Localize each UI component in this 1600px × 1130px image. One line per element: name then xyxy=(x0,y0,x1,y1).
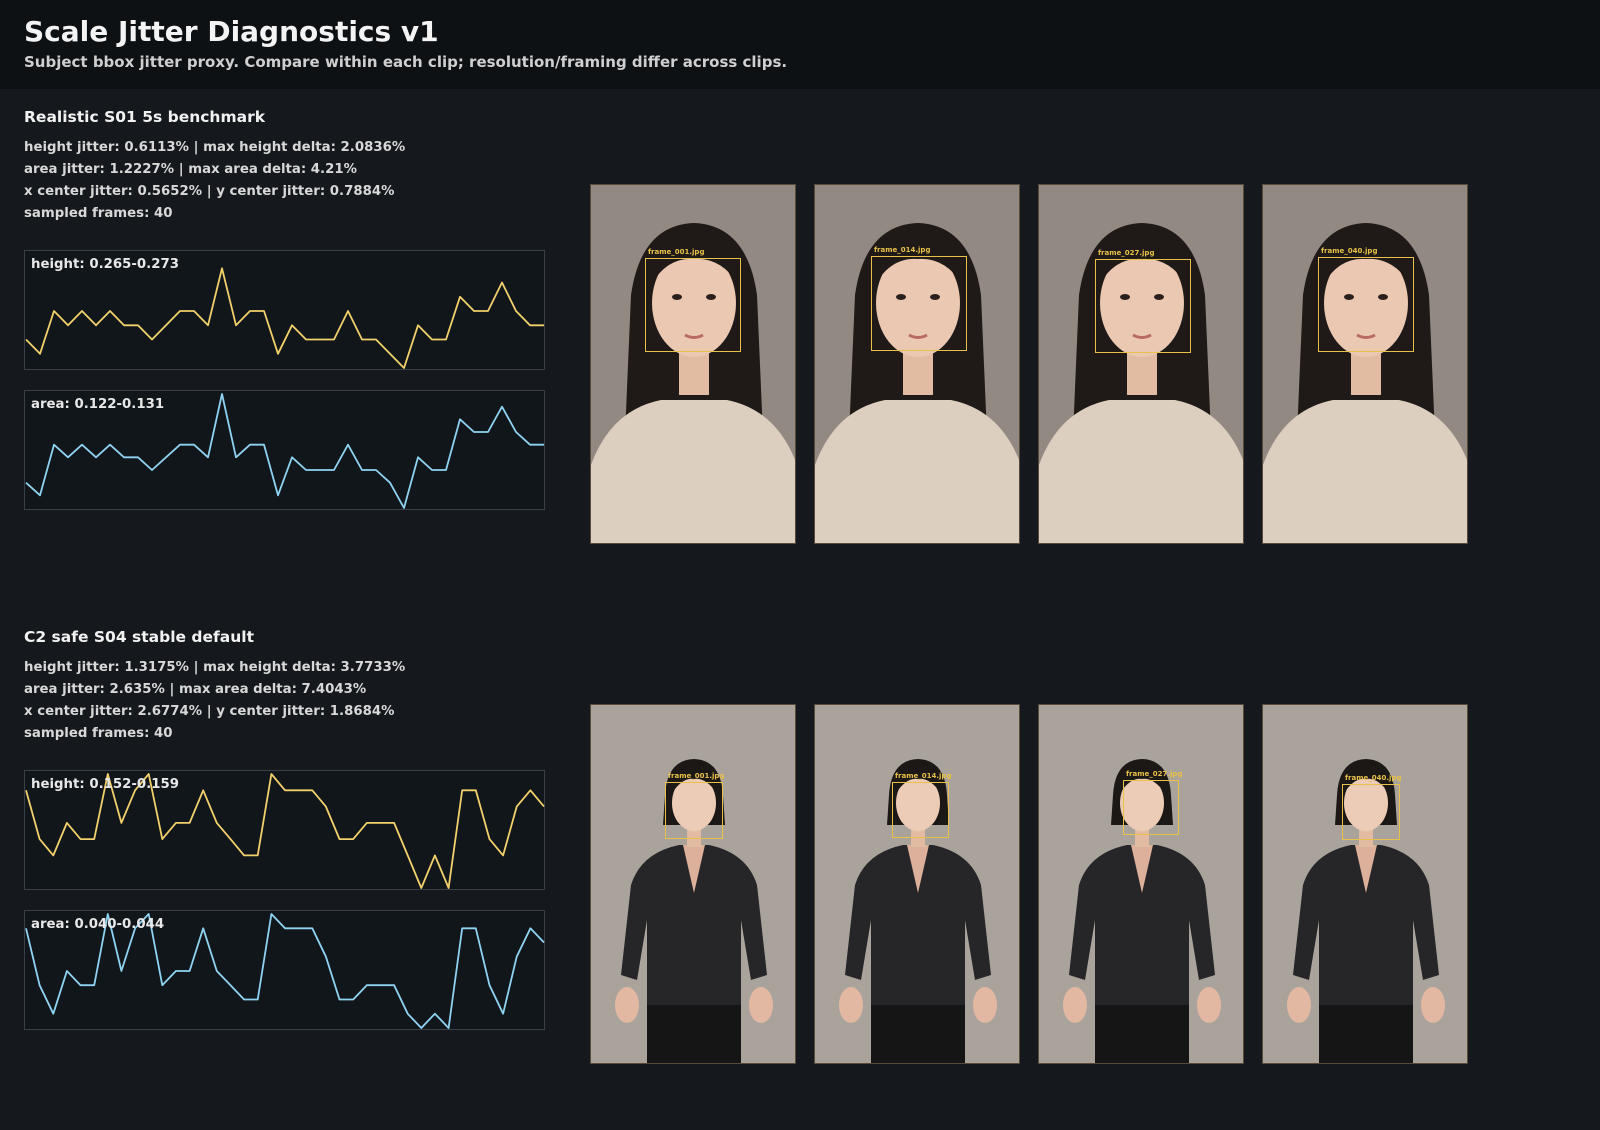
frame-label: frame_040.jpg xyxy=(1345,774,1402,782)
page-title: Scale Jitter Diagnostics v1 xyxy=(24,15,439,48)
sampled-frames-stat: sampled frames: 40 xyxy=(24,726,173,741)
subject-bbox: frame_027.jpg xyxy=(1095,249,1191,353)
frame-thumbnail: frame_001.jpg xyxy=(590,184,796,544)
area-chart-label: area: 0.040-0.044 xyxy=(31,917,165,932)
subject-bbox: frame_014.jpg xyxy=(871,246,967,351)
frame-thumbnail: frame_014.jpg xyxy=(814,704,1020,1064)
height-chart-label: height: 0.265-0.273 xyxy=(31,257,179,272)
subject-bbox: frame_027.jpg xyxy=(1123,770,1182,835)
subject-bbox: frame_040.jpg xyxy=(1342,774,1401,840)
series-line xyxy=(25,267,544,369)
area-sparkline-chart: area: 0.122-0.131 xyxy=(24,390,545,510)
subject-bbox: frame_014.jpg xyxy=(892,772,951,838)
frame-thumbnail: frame_040.jpg xyxy=(1262,184,1468,544)
frame-label: frame_001.jpg xyxy=(648,248,705,256)
frame-label: frame_014.jpg xyxy=(895,772,952,780)
frame-image xyxy=(815,185,1019,543)
frame-thumbnail: frame_040.jpg xyxy=(1262,704,1468,1064)
subject-bbox: frame_001.jpg xyxy=(665,772,724,839)
clip-title: Realistic S01 5s benchmark xyxy=(24,108,266,126)
frame-image xyxy=(815,705,1019,1063)
clip-title: C2 safe S04 stable default xyxy=(24,628,255,646)
area-chart-label: area: 0.122-0.131 xyxy=(31,397,165,412)
frame-thumbnail: frame_014.jpg xyxy=(814,184,1020,544)
area-jitter-stat: area jitter: 2.635% | max area delta: 7.… xyxy=(24,682,367,697)
height-jitter-stat: height jitter: 0.6113% | max height delt… xyxy=(24,140,406,155)
area-sparkline-chart: area: 0.040-0.044 xyxy=(24,910,545,1030)
frame-image xyxy=(591,185,795,543)
frame-image xyxy=(1263,185,1467,543)
frame-image xyxy=(1039,705,1243,1063)
frame-image xyxy=(1039,185,1243,543)
header: Scale Jitter Diagnostics v1 Subject bbox… xyxy=(0,0,1600,89)
frame-label: frame_001.jpg xyxy=(668,772,725,780)
height-sparkline-chart: height: 0.152-0.159 xyxy=(24,770,545,890)
center-jitter-stat: x center jitter: 2.6774% | y center jitt… xyxy=(24,704,395,719)
clip-section-realistic-s01: Realistic S01 5s benchmark height jitter… xyxy=(0,108,1600,608)
height-sparkline-chart: height: 0.265-0.273 xyxy=(24,250,545,370)
subject-bbox: frame_001.jpg xyxy=(645,248,741,352)
frame-label: frame_027.jpg xyxy=(1098,249,1155,257)
frame-image xyxy=(591,705,795,1063)
frame-thumbnail: frame_027.jpg xyxy=(1038,184,1244,544)
frame-label: frame_027.jpg xyxy=(1126,770,1183,778)
height-chart-label: height: 0.152-0.159 xyxy=(31,777,179,792)
frame-label: frame_014.jpg xyxy=(874,246,931,254)
frame-image xyxy=(1263,705,1467,1063)
height-jitter-stat: height jitter: 1.3175% | max height delt… xyxy=(24,660,406,675)
subject-bbox: frame_040.jpg xyxy=(1318,247,1414,352)
page-subtitle: Subject bbox jitter proxy. Compare withi… xyxy=(24,53,788,71)
center-jitter-stat: x center jitter: 0.5652% | y center jitt… xyxy=(24,184,395,199)
sampled-frames-stat: sampled frames: 40 xyxy=(24,206,173,221)
frame-label: frame_040.jpg xyxy=(1321,247,1378,255)
clip-section-c2-safe-s04: C2 safe S04 stable default height jitter… xyxy=(0,628,1600,1128)
frame-thumbnail: frame_027.jpg xyxy=(1038,704,1244,1064)
frame-thumbnail: frame_001.jpg xyxy=(590,704,796,1064)
area-jitter-stat: area jitter: 1.2227% | max area delta: 4… xyxy=(24,162,357,177)
